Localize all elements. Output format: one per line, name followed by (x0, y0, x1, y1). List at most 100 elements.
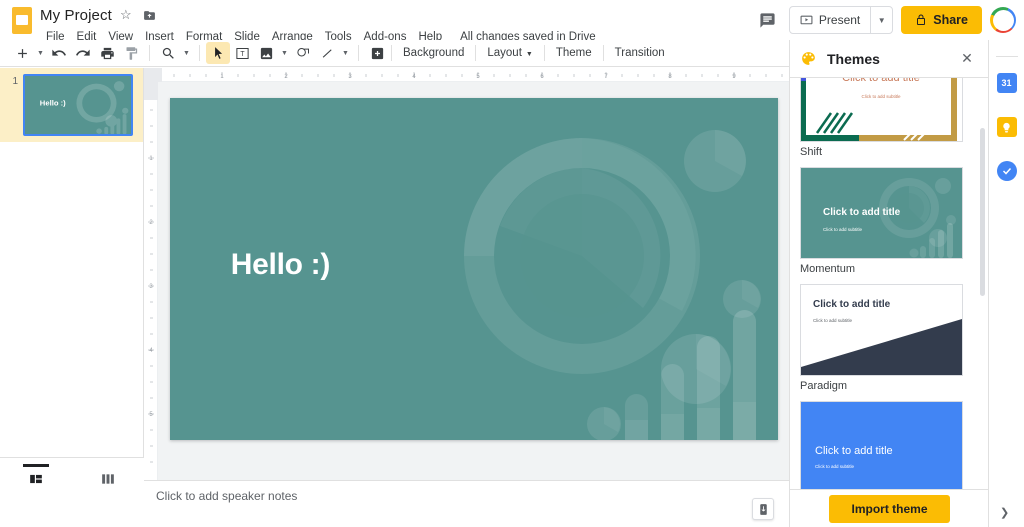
import-theme-button[interactable]: Import theme (829, 495, 949, 523)
share-button[interactable]: Share (901, 6, 982, 34)
theme-thumbnail-shift: Click to add title Click to add subtitle (800, 78, 963, 142)
header-actions: Present ▼ Share (755, 0, 1024, 40)
text-box-button[interactable]: T (230, 42, 254, 64)
svg-text:8: 8 (668, 74, 672, 80)
hruler-marks: 1 2 3 4 5 6 7 8 9 (144, 68, 789, 82)
svg-text:Click to add title: Click to add title (842, 78, 920, 84)
slide-editor: 1 2 3 4 5 6 7 8 9 (144, 68, 789, 492)
paint-format-button[interactable] (119, 42, 143, 64)
explore-icon (757, 503, 770, 516)
google-slides-app: My Project ☆ File Edit View Insert Forma… (0, 0, 1024, 527)
present-play-icon (800, 14, 813, 27)
avatar[interactable] (990, 7, 1016, 33)
vruler-marks: 1 2 3 4 5 (144, 82, 158, 492)
add-comment-button[interactable] (365, 42, 389, 64)
present-button[interactable]: Present (790, 7, 870, 33)
theme-card-blue[interactable]: Click to add title Click to add subtitle (800, 401, 979, 489)
speaker-notes-placeholder[interactable]: Click to add speaker notes (156, 489, 777, 503)
shape-button[interactable] (291, 42, 315, 64)
theme-name-shift: Shift (800, 146, 979, 158)
present-dropdown-icon[interactable]: ▼ (870, 7, 892, 33)
ruler-corner (144, 68, 162, 82)
themes-panel-header: Themes ✕ (790, 40, 988, 78)
new-slide-button[interactable] (10, 42, 34, 64)
svg-text:7: 7 (604, 74, 608, 80)
speaker-notes-panel[interactable]: Click to add speaker notes (144, 480, 789, 527)
toolbar-divider-6 (544, 45, 545, 61)
explore-button[interactable] (752, 498, 774, 520)
filmstrip-view-button[interactable] (0, 458, 72, 492)
svg-text:Click to add subtitle: Click to add subtitle (823, 227, 863, 232)
themes-scrollbar[interactable] (980, 128, 985, 296)
svg-text:2: 2 (149, 220, 153, 226)
svg-text:4: 4 (149, 348, 153, 354)
theme-card-momentum[interactable]: Click to add title Click to add subtitle… (800, 167, 979, 275)
slide-title-textbox[interactable]: Hello :) (231, 248, 330, 282)
expand-rail-button[interactable]: ❯ (1000, 506, 1009, 519)
app-header: My Project ☆ File Edit View Insert Forma… (0, 0, 1024, 40)
themes-panel-footer: Import theme (790, 489, 989, 527)
zoom-dropdown-icon[interactable]: ▼ (180, 42, 193, 64)
grid-view-button[interactable] (72, 458, 144, 492)
line-dropdown-icon[interactable]: ▼ (339, 42, 352, 64)
svg-text:1: 1 (149, 156, 153, 162)
vruler-corner (144, 82, 158, 100)
svg-text:3: 3 (149, 284, 153, 290)
theme-thumbnail-momentum: Click to add title Click to add subtitle (800, 167, 963, 259)
google-tasks-icon[interactable] (997, 161, 1017, 181)
svg-text:Hello :): Hello :) (40, 99, 66, 108)
svg-text:Click to add title: Click to add title (813, 299, 891, 310)
svg-text:3: 3 (348, 74, 352, 80)
theme-card-paradigm[interactable]: Click to add title Click to add subtitle… (800, 284, 979, 392)
svg-text:9: 9 (732, 74, 736, 80)
print-button[interactable] (95, 42, 119, 64)
comment-icon[interactable] (755, 7, 781, 33)
google-calendar-icon[interactable]: 31 (997, 73, 1017, 93)
slide-filmstrip: 1 (0, 68, 144, 492)
rail-divider (996, 56, 1018, 57)
line-button[interactable] (315, 42, 339, 64)
vertical-ruler[interactable]: 1 2 3 4 5 (144, 82, 158, 492)
google-keep-icon[interactable] (997, 117, 1017, 137)
redo-button[interactable] (71, 42, 95, 64)
new-slide-dropdown-icon[interactable]: ▼ (34, 42, 47, 64)
layout-label: Layout (487, 47, 522, 59)
page-title[interactable]: My Project (40, 7, 112, 24)
layout-button[interactable]: Layout ▼ (478, 44, 541, 62)
star-icon[interactable]: ☆ (116, 5, 136, 25)
svg-text:Click to add subtitle: Click to add subtitle (815, 464, 855, 469)
zoom-button[interactable] (156, 42, 180, 64)
palette-icon (800, 50, 817, 67)
svg-text:6: 6 (540, 74, 544, 80)
select-tool-button[interactable] (206, 42, 230, 64)
present-group: Present ▼ (789, 6, 893, 34)
slide-canvas[interactable]: Hello :) (170, 98, 778, 440)
move-to-folder-icon[interactable] (140, 5, 160, 25)
title-row: My Project ☆ (40, 4, 596, 26)
insert-image-button[interactable] (254, 42, 278, 64)
share-label: Share (933, 13, 968, 27)
svg-text:Click to add title: Click to add title (815, 445, 893, 457)
grid-view-icon (101, 472, 115, 486)
present-label: Present (819, 13, 860, 27)
svg-text:5: 5 (476, 74, 480, 80)
theme-button[interactable]: Theme (547, 44, 601, 62)
svg-text:2: 2 (284, 74, 288, 80)
themes-panel: Themes ✕ (789, 40, 988, 527)
svg-text:Click to add title: Click to add title (823, 207, 901, 218)
canvas-area[interactable]: Hello :) • • • (158, 82, 789, 480)
svg-text:Click to add subtitle: Click to add subtitle (813, 318, 853, 323)
horizontal-ruler[interactable]: 1 2 3 4 5 6 7 8 9 (144, 68, 789, 82)
theme-card-shift[interactable]: Click to add title Click to add subtitle… (800, 78, 979, 158)
theme-name-momentum: Momentum (800, 263, 979, 275)
chevron-down-icon: ▼ (526, 51, 533, 58)
slide-thumbnail[interactable]: Hello :) (23, 74, 133, 136)
undo-button[interactable] (47, 42, 71, 64)
close-icon[interactable]: ✕ (956, 48, 978, 70)
themes-scroll-area[interactable]: Click to add title Click to add subtitle… (790, 78, 989, 489)
background-button[interactable]: Background (394, 44, 473, 62)
filmstrip-slide-1[interactable]: 1 (0, 68, 143, 142)
toolbar-divider-4 (391, 45, 392, 61)
image-dropdown-icon[interactable]: ▼ (278, 42, 291, 64)
transition-button[interactable]: Transition (606, 44, 674, 62)
